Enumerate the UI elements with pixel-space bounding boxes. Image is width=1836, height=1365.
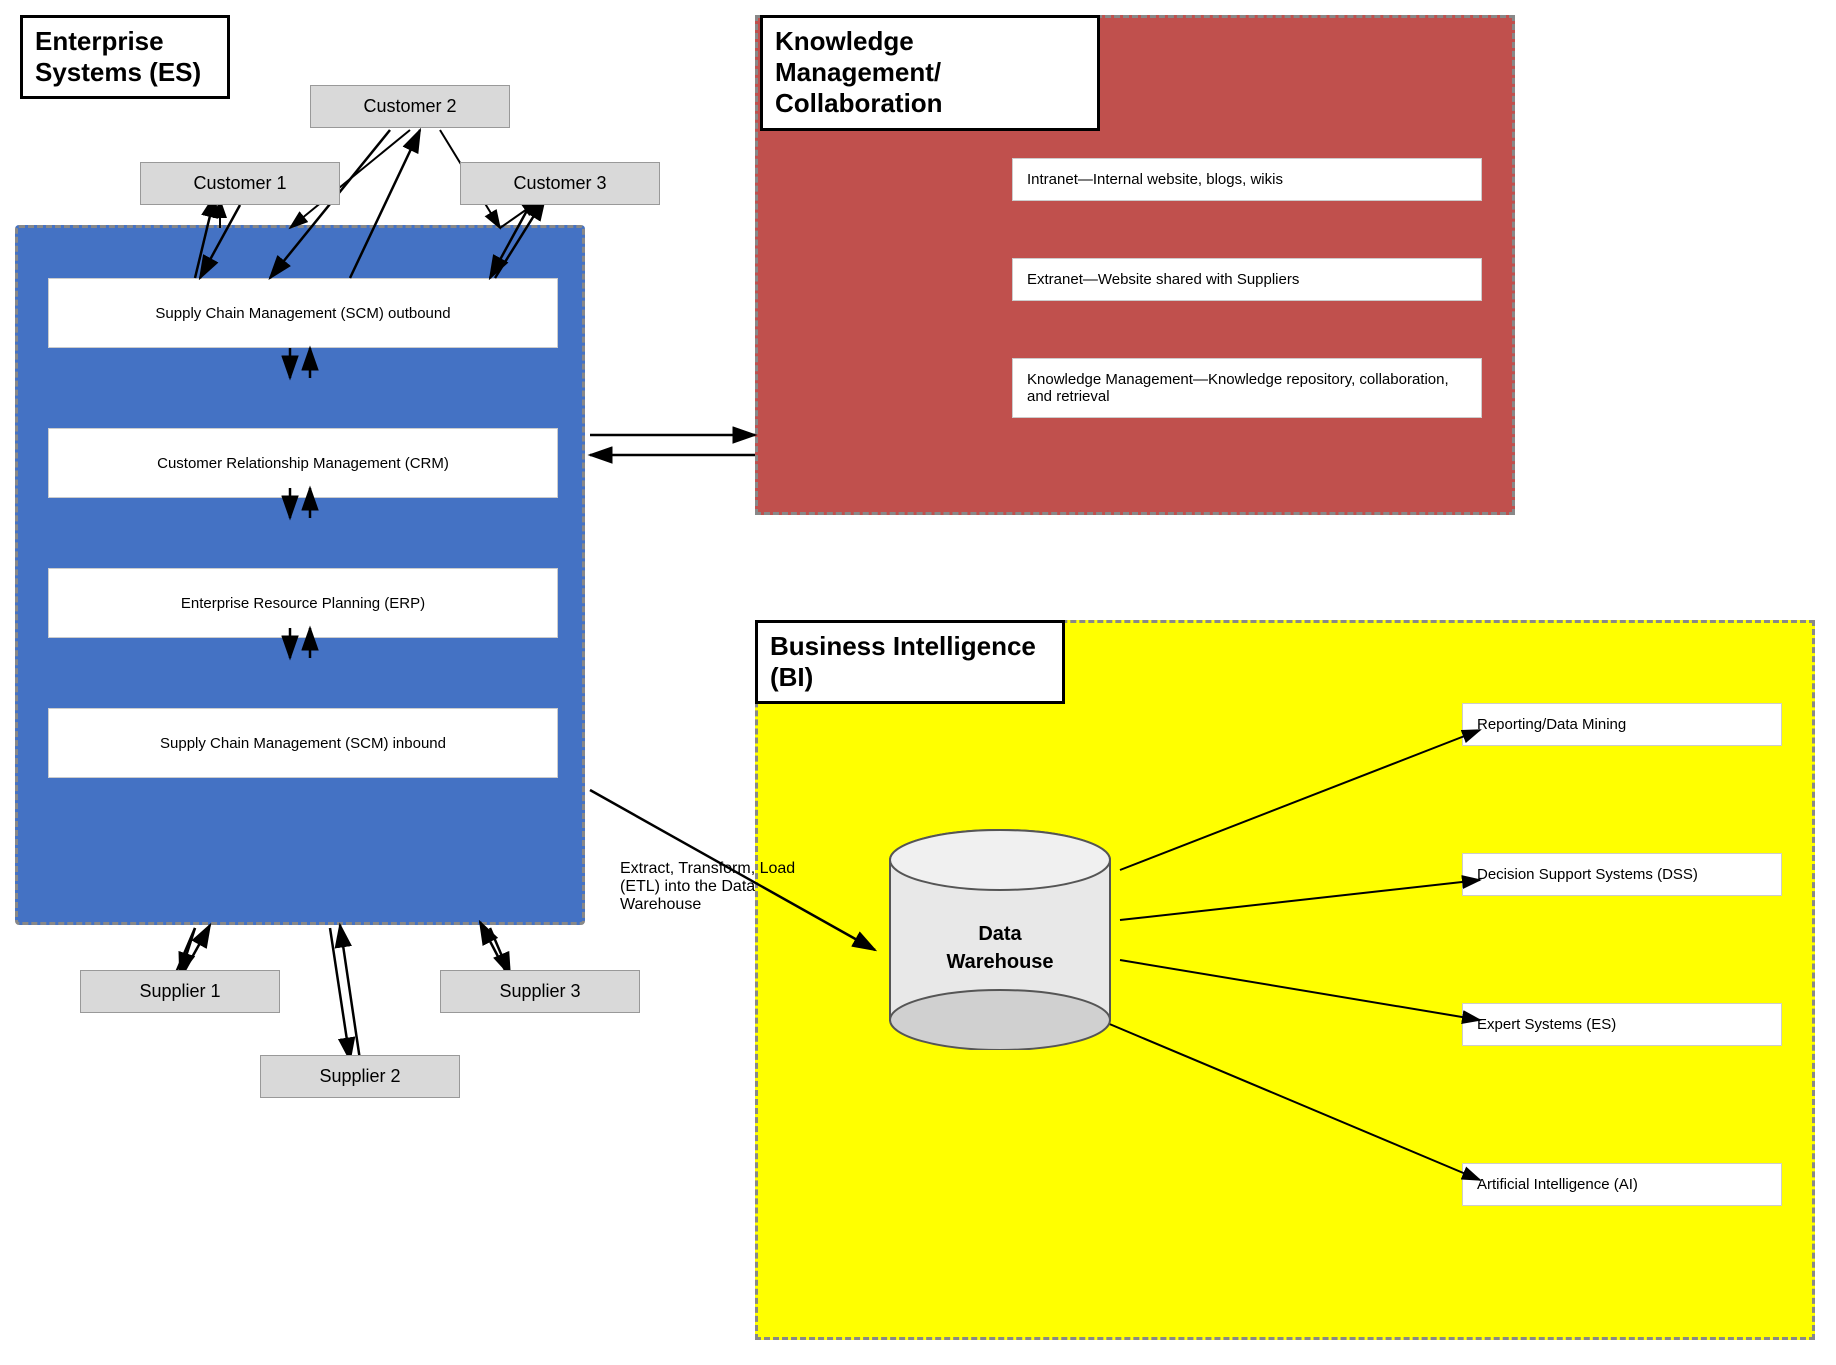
es-area: Supply Chain Management (SCM) outbound C… [15,225,585,925]
scm-in-box: Supply Chain Management (SCM) inbound [48,708,558,778]
customer3-box: Customer 3 [460,162,660,205]
diagram-container: Intranet—Internal website, blogs, wikis … [0,0,1836,1365]
customer2-box: Customer 2 [310,85,510,128]
supplier2-box: Supplier 2 [260,1055,460,1098]
supplier1-box: Supplier 1 [80,970,280,1013]
data-warehouse-cylinder: Data Warehouse [880,810,1120,1050]
svg-text:Warehouse: Warehouse [946,951,1053,973]
bi-reporting-box: Reporting/Data Mining [1462,703,1782,746]
scm-out-box: Supply Chain Management (SCM) outbound [48,278,558,348]
bi-expert-box: Expert Systems (ES) [1462,1003,1782,1046]
km-knowledge-box: Knowledge Management—Knowledge repositor… [1012,358,1482,418]
km-title-box: Knowledge Management/ Collaboration [760,15,1100,131]
km-extranet-box: Extranet—Website shared with Suppliers [1012,258,1482,301]
supplier3-box: Supplier 3 [440,970,640,1013]
bi-title-box: Business Intelligence (BI) [755,620,1065,704]
es-title-box: Enterprise Systems (ES) [20,15,230,99]
erp-box: Enterprise Resource Planning (ERP) [48,568,558,638]
svg-text:Data: Data [978,923,1022,945]
km-intranet-box: Intranet—Internal website, blogs, wikis [1012,158,1482,201]
bi-dss-box: Decision Support Systems (DSS) [1462,853,1782,896]
customer1-box: Customer 1 [140,162,340,205]
bi-ai-box: Artificial Intelligence (AI) [1462,1163,1782,1206]
etl-label: Extract, Transform, Load (ETL) into the … [620,860,820,914]
crm-box: Customer Relationship Management (CRM) [48,428,558,498]
